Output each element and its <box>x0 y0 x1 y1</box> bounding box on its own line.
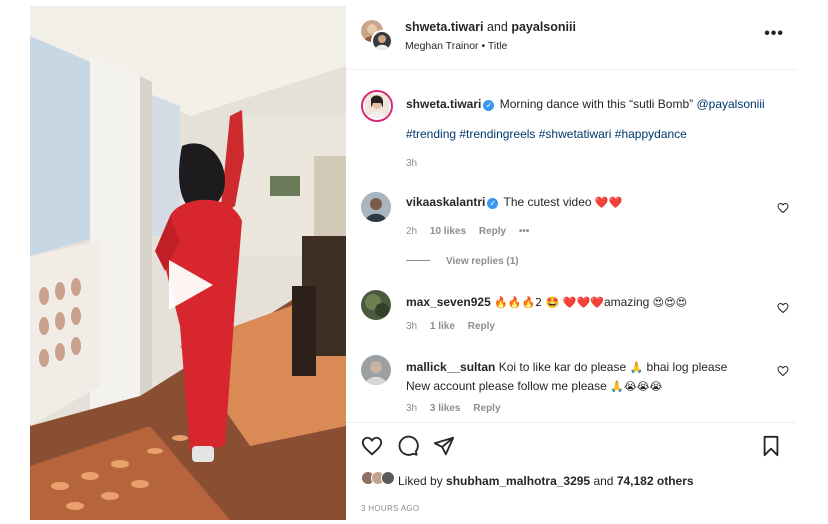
comment-meta: 2h 10 likes Reply ••• <box>406 226 539 237</box>
comment-meta: 3h 1 like Reply <box>406 321 505 332</box>
more-horizontal-icon[interactable]: ••• <box>764 25 784 43</box>
header-and: and <box>486 20 508 34</box>
comment-text: max_seven925 🔥🔥🔥2 🤩 ❤️❤️❤️amazing 😍😍😍 <box>406 293 778 312</box>
post-timestamp: 3 HOURS AGO <box>361 504 420 513</box>
post-side-panel: shweta.tiwari and payalsoniii Meghan Tra… <box>346 6 797 520</box>
play-icon[interactable] <box>161 255 221 315</box>
bookmark-icon[interactable] <box>760 435 782 457</box>
comment-body: Koi to like kar do please <box>498 360 627 374</box>
hashtags-link[interactable]: #trending #trendingreels #shwetatiwari #… <box>406 127 687 141</box>
heart-icon[interactable] <box>777 202 789 214</box>
comment-text: mallick__sultan Koi to like kar do pleas… <box>406 358 778 396</box>
reply-button[interactable]: Reply <box>468 321 495 332</box>
post-actions: Liked by shubham_malhotra_3295 and 74,18… <box>346 422 797 520</box>
liked-by-others[interactable]: 74,182 others <box>617 474 694 488</box>
liked-by-user[interactable]: shubham_malhotra_3295 <box>446 474 590 488</box>
comment-username[interactable]: mallick__sultan <box>406 360 495 374</box>
liked-by-and: and <box>593 474 614 488</box>
caption-hashtags[interactable]: #trending #trendingreels #shwetatiwari #… <box>406 125 778 144</box>
comment-icon[interactable] <box>397 435 419 457</box>
reply-button[interactable]: Reply <box>479 226 506 237</box>
comment-emoji: 🙏 <box>629 361 644 374</box>
post-header: shweta.tiwari and payalsoniii Meghan Tra… <box>346 6 797 70</box>
caption-username[interactable]: shweta.tiwari <box>406 97 481 111</box>
comment-meta: 3h 3 likes Reply <box>406 403 511 414</box>
comment-likes[interactable]: 1 like <box>430 321 455 332</box>
comment-time: 2h <box>406 226 418 237</box>
comment-username[interactable]: vikaaskalantri <box>406 195 485 209</box>
header-usernames: shweta.tiwari and payalsoniii <box>405 20 576 34</box>
avatar[interactable] <box>361 192 391 222</box>
header-user2[interactable]: payalsoniii <box>511 20 576 34</box>
avatar[interactable] <box>371 30 393 52</box>
heart-icon[interactable] <box>777 302 789 314</box>
caption-text: shweta.tiwari ✓ Morning dance with this “… <box>406 95 778 114</box>
liked-by-text: Liked by shubham_malhotra_3295 and 74,18… <box>398 474 694 488</box>
avatar[interactable] <box>361 355 391 385</box>
comment-emoji: 🙏😭😭😭 <box>610 380 663 393</box>
reply-button[interactable]: Reply <box>473 403 500 414</box>
view-replies-button[interactable]: View replies (1) <box>406 256 519 267</box>
send-icon[interactable] <box>433 435 455 457</box>
comment-time: 3h <box>406 403 418 414</box>
comment-body: New account please follow me please <box>406 379 607 393</box>
comment-emoji: 😍😍😍 <box>652 296 688 309</box>
avatar[interactable] <box>361 90 393 122</box>
comment-username[interactable]: max_seven925 <box>406 295 491 309</box>
avatar[interactable] <box>361 290 391 320</box>
comments-list[interactable]: shweta.tiwari ✓ Morning dance with this “… <box>346 72 797 421</box>
caption-time: 3h <box>406 158 418 169</box>
header-user1[interactable]: shweta.tiwari <box>405 20 484 34</box>
audio-track[interactable]: Meghan Trainor • Title <box>405 40 507 52</box>
heart-icon[interactable] <box>777 365 789 377</box>
comment-body: The cutest video <box>503 195 592 209</box>
heart-icon[interactable] <box>361 435 383 457</box>
comment-likes[interactable]: 3 likes <box>430 403 461 414</box>
comment-body: bhai log please <box>646 360 728 374</box>
caption-body: Morning dance with this “sutli Bomb” <box>499 97 694 111</box>
comment-time: 3h <box>406 321 418 332</box>
comment-emoji: ❤️❤️ <box>594 196 623 209</box>
comment-options-icon[interactable]: ••• <box>519 226 530 237</box>
comment-body: amazing <box>603 295 650 309</box>
post-dialog: shweta.tiwari and payalsoniii Meghan Tra… <box>30 6 797 520</box>
comment-text: vikaaskalantri ✓ The cutest video ❤️❤️ <box>406 193 778 212</box>
caption-mention[interactable]: @payalsoniii <box>696 97 764 111</box>
reel-video[interactable] <box>30 6 346 520</box>
comment-body: 🔥🔥🔥2 🤩 ❤️❤️❤️ <box>494 296 604 309</box>
comment-likes[interactable]: 10 likes <box>430 226 466 237</box>
verified-icon: ✓ <box>487 198 499 209</box>
caption-meta: 3h <box>406 158 427 169</box>
verified-icon: ✓ <box>483 100 495 111</box>
liked-by-label: Liked by <box>398 474 443 488</box>
avatar <box>381 471 395 485</box>
